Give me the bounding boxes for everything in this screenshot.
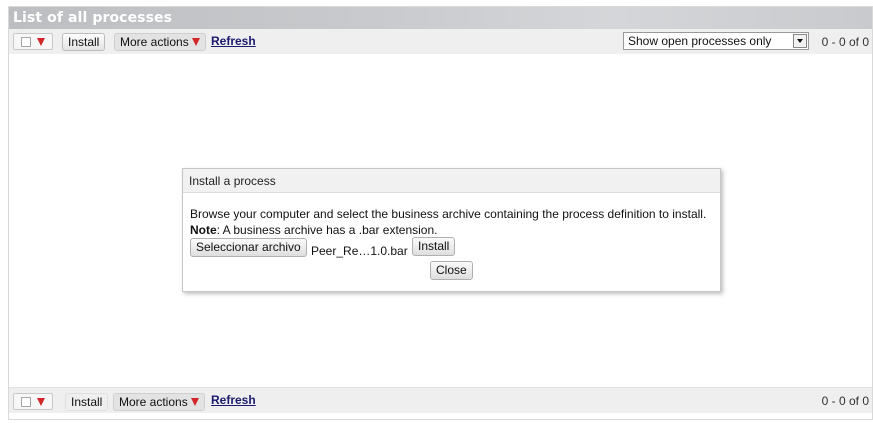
pager-info: 0 - 0 of 0 <box>821 35 869 49</box>
more-actions-label-bottom: More actions <box>119 395 188 409</box>
selected-file-name: Peer_Re…1.0.bar <box>311 244 408 258</box>
more-actions-button-bottom[interactable]: More actions <box>113 393 205 411</box>
note-label: Note <box>190 223 217 237</box>
refresh-link-bottom[interactable]: Refresh <box>211 393 256 407</box>
pager-info-bottom: 0 - 0 of 0 <box>821 394 869 408</box>
dialog-close-button[interactable]: Close <box>430 261 473 280</box>
process-list-panel: List of all processes Install More actio… <box>8 6 873 420</box>
more-actions-label: More actions <box>120 35 189 49</box>
choose-file-button[interactable]: Seleccionar archivo <box>190 238 307 257</box>
caret-down-icon <box>37 398 45 406</box>
more-actions-button[interactable]: More actions <box>114 33 206 51</box>
process-filter-select[interactable]: Show open processes only <box>623 32 809 50</box>
note-text: : A business archive has a .bar extensio… <box>216 223 438 237</box>
select-all-dropdown-bottom[interactable] <box>13 393 53 410</box>
dialog-description: Browse your computer and select the busi… <box>190 207 707 221</box>
dialog-install-button[interactable]: Install <box>412 237 456 256</box>
select-all-checkbox[interactable] <box>21 37 31 47</box>
select-all-dropdown[interactable] <box>13 33 53 50</box>
select-all-checkbox-bottom[interactable] <box>21 397 31 407</box>
panel-title: List of all processes <box>9 7 872 29</box>
caret-down-icon <box>190 398 199 406</box>
dialog-title: Install a process <box>183 169 720 193</box>
caret-down-icon <box>191 38 200 46</box>
process-filter-value: Show open processes only <box>628 34 772 48</box>
chevron-down-icon[interactable] <box>793 34 807 48</box>
install-button[interactable]: Install <box>62 33 106 51</box>
caret-down-icon <box>37 38 45 46</box>
dialog-note: Note: A business archive has a .bar exte… <box>190 223 437 237</box>
refresh-link[interactable]: Refresh <box>211 34 256 48</box>
install-process-dialog: Install a process Browse your computer a… <box>182 168 721 292</box>
top-toolbar: Install More actions Refresh Show open p… <box>9 29 872 54</box>
install-button-bottom[interactable]: Install <box>65 393 109 411</box>
bottom-toolbar: Install More actions Refresh 0 - 0 of 0 <box>9 387 872 413</box>
